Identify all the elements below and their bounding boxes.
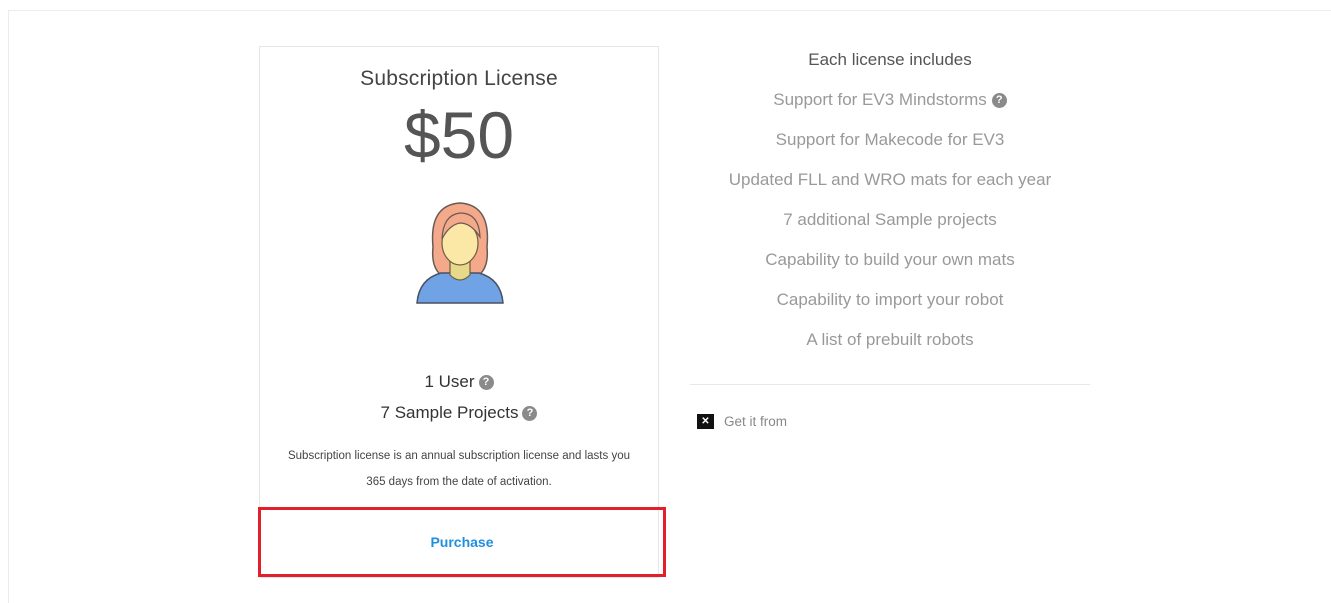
user-avatar-icon <box>416 202 504 304</box>
feature-label: Support for EV3 Mindstorms <box>773 90 987 109</box>
purchase-highlight: Purchase <box>258 507 666 577</box>
question-circle-icon[interactable]: ? <box>522 405 538 421</box>
feature-item: Capability to import your robot <box>690 288 1090 328</box>
feature-label: A list of prebuilt robots <box>806 330 974 349</box>
question-circle-icon[interactable]: ? <box>478 374 494 390</box>
feature-label: Capability to import your robot <box>776 290 1004 309</box>
features-heading: Each license includes <box>808 50 972 69</box>
feature-item: 7 additional Sample projects <box>690 208 1090 248</box>
sample-projects-count: 7 Sample Projects ? <box>260 403 658 423</box>
license-description: Subscription license is an annual subscr… <box>287 450 630 488</box>
feature-item: Capability to build your own mats <box>690 248 1090 288</box>
feature-label: Capability to build your own mats <box>765 250 1015 269</box>
feature-list: Support for EV3 Mindstorms ? Support for… <box>690 88 1090 368</box>
question-circle-icon[interactable]: ? <box>991 93 1007 108</box>
feature-label: 7 additional Sample projects <box>783 210 997 229</box>
feature-item: Support for EV3 Mindstorms ? <box>690 88 1090 128</box>
broken-image-icon[interactable]: ✕ <box>697 414 714 429</box>
card-price: $50 <box>403 98 515 172</box>
page-frame <box>8 10 1331 603</box>
purchase-button[interactable]: Purchase <box>424 533 499 551</box>
features-panel: Each license includes Support for EV3 Mi… <box>690 46 1090 368</box>
get-it-from[interactable]: ✕ Get it from <box>697 414 787 429</box>
users-label: 1 User <box>424 372 475 391</box>
get-it-label: Get it from <box>724 414 788 429</box>
feature-item: A list of prebuilt robots <box>690 328 1090 368</box>
feature-item: Support for Makecode for EV3 <box>690 128 1090 168</box>
card-title: Subscription License <box>360 67 558 90</box>
subscription-license-card: Subscription License $50 1 User ? 7 Samp… <box>258 46 666 578</box>
feature-label: Updated FLL and WRO mats for each year <box>728 170 1052 189</box>
feature-label: Support for Makecode for EV3 <box>775 130 1005 149</box>
features-divider <box>690 384 1090 385</box>
users-count: 1 User ? <box>260 372 658 392</box>
feature-item: Updated FLL and WRO mats for each year <box>690 168 1090 208</box>
sample-projects-label: 7 Sample Projects <box>380 403 519 422</box>
